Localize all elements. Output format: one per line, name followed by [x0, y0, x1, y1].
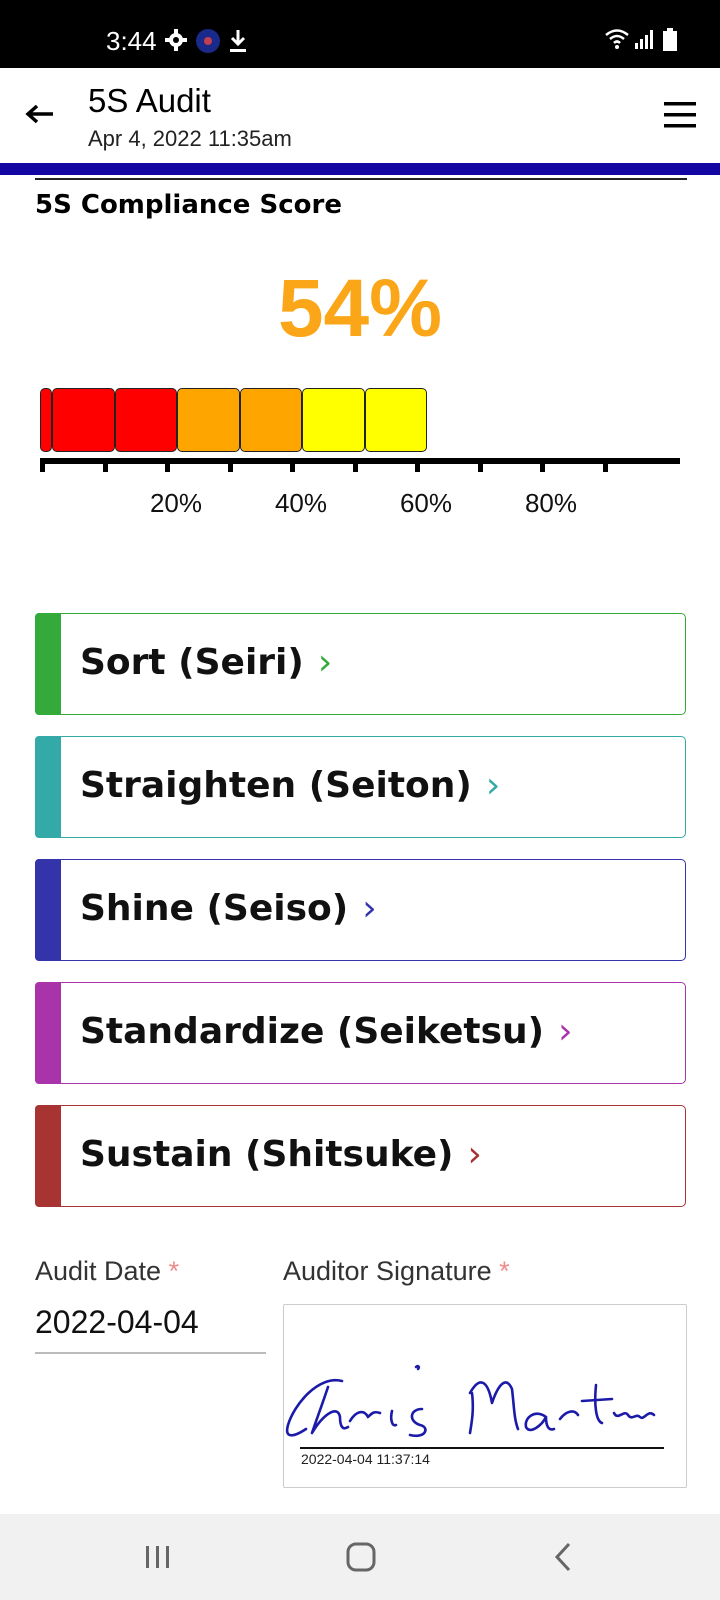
- chevron-right-icon: ›: [558, 1011, 573, 1052]
- page-title: 5S Audit: [88, 82, 211, 119]
- required-mark: *: [499, 1256, 510, 1286]
- section-label-text: Standardize (Seiketsu): [80, 1011, 545, 1052]
- back-icon: [554, 1542, 571, 1572]
- section-label-text: Sort (Seiri): [80, 642, 304, 683]
- audit-date-label-text: Audit Date: [35, 1256, 162, 1286]
- chevron-right-icon: ›: [467, 1134, 482, 1175]
- home-button[interactable]: [331, 1532, 391, 1582]
- gauge-tick: [540, 458, 545, 472]
- recent-apps-icon: [146, 1546, 169, 1568]
- section-color-stripe: [35, 736, 61, 838]
- section-label-text: Sustain (Shitsuke): [80, 1134, 454, 1175]
- wifi-icon: [605, 29, 629, 49]
- gauge-scale-label: 80%: [524, 488, 578, 518]
- signature-timestamp: 2022-04-04 11:37:14: [301, 1451, 430, 1467]
- section-label: Standardize (Seiketsu) ›: [80, 1011, 573, 1052]
- score-heading: 5S Compliance Score: [35, 190, 342, 220]
- gauge-segment: [114, 388, 177, 452]
- section-color-stripe: [35, 613, 61, 715]
- section-label: Straighten (Seiton) ›: [80, 765, 500, 806]
- gauge-segment: [364, 388, 427, 452]
- chevron-right-icon: ›: [485, 765, 501, 806]
- section-color-stripe: [35, 1105, 61, 1207]
- gauge-tick: [227, 458, 233, 472]
- audit-date-field[interactable]: 2022-04-04: [35, 1304, 199, 1341]
- header-accent-bar: [0, 163, 720, 175]
- gauge-segment: [302, 388, 365, 452]
- gauge-tick: [602, 458, 608, 472]
- status-time: 3:44: [106, 26, 157, 56]
- gauge-tick: [352, 458, 358, 472]
- gauge-scale-label: 40%: [274, 488, 328, 518]
- back-button[interactable]: [20, 92, 60, 136]
- score-value: 54%: [277, 263, 443, 354]
- status-bar: 3:44: [0, 0, 720, 68]
- gauge-axis: [40, 458, 680, 464]
- gauge-tick: [40, 458, 45, 472]
- gauge-segment: [52, 388, 115, 452]
- section-card[interactable]: Shine (Seiso) ›: [35, 859, 686, 961]
- auditor-signature-label-text: Auditor Signature: [283, 1256, 492, 1286]
- arrow-left-icon: [25, 104, 53, 124]
- menu-button[interactable]: [662, 100, 698, 130]
- section-card[interactable]: Straighten (Seiton) ›: [35, 736, 686, 838]
- required-mark: *: [168, 1256, 180, 1286]
- signature-pad[interactable]: 2022-04-04 11:37:14: [283, 1304, 687, 1488]
- audit-date-underline: [35, 1352, 266, 1354]
- audit-date-label: Audit Date *: [35, 1256, 179, 1287]
- section-label: Shine (Seiso) ›: [80, 888, 377, 929]
- section-label-text: Straighten (Seiton): [80, 765, 472, 806]
- system-nav-bar: [0, 1514, 720, 1600]
- hamburger-menu-icon: [664, 102, 696, 128]
- chevron-right-icon: ›: [317, 642, 333, 683]
- auditor-signature-label: Auditor Signature *: [283, 1256, 510, 1287]
- signal-icon: [635, 30, 653, 49]
- settings-icon: [165, 29, 187, 51]
- chevron-right-icon: ›: [362, 888, 377, 929]
- home-icon: [346, 1542, 376, 1572]
- gauge-tick: [165, 458, 170, 472]
- score-gauge: 20% 40% 60% 80%: [40, 384, 680, 524]
- section-card[interactable]: Sort (Seiri) ›: [35, 613, 686, 715]
- gauge-segment: [239, 388, 302, 452]
- section-card[interactable]: Standardize (Seiketsu) ›: [35, 982, 686, 1084]
- gauge-segment: [177, 388, 240, 452]
- gauge-segment: [40, 388, 52, 452]
- divider: [35, 178, 687, 180]
- signature-baseline: [300, 1447, 664, 1449]
- page-subtitle: Apr 4, 2022 11:35am: [88, 126, 292, 151]
- system-back-button[interactable]: [533, 1532, 593, 1582]
- gauge-tick: [290, 458, 295, 472]
- battery-icon: [663, 28, 677, 51]
- gauge-tick: [477, 458, 483, 472]
- gauge-tick: [102, 458, 108, 472]
- section-card[interactable]: Sustain (Shitsuke) ›: [35, 1105, 686, 1207]
- app-bar: 5S Audit Apr 4, 2022 11:35am: [0, 68, 720, 163]
- app-icon: [196, 29, 220, 53]
- section-label: Sort (Seiri) ›: [80, 642, 332, 683]
- section-label: Sustain (Shitsuke) ›: [80, 1134, 482, 1175]
- section-color-stripe: [35, 982, 61, 1084]
- section-color-stripe: [35, 859, 61, 961]
- section-label-text: Shine (Seiso): [80, 888, 349, 929]
- download-icon: [230, 30, 246, 52]
- gauge-tick: [415, 458, 420, 472]
- recent-apps-button[interactable]: [128, 1532, 188, 1582]
- gauge-scale-label: 20%: [149, 488, 203, 518]
- gauge-scale-label: 60%: [399, 488, 453, 518]
